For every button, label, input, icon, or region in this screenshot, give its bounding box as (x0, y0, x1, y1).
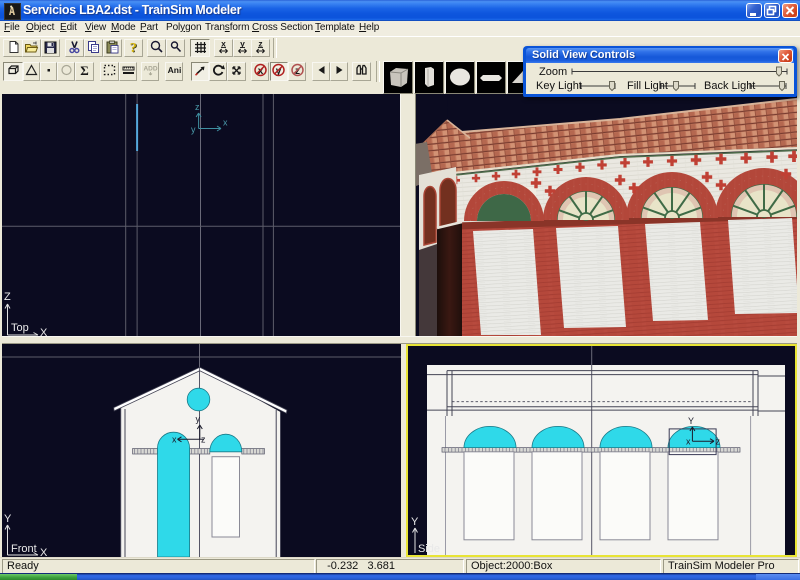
svg-text:y: y (191, 125, 196, 135)
svg-text:X: X (40, 547, 48, 557)
svg-text:Z: Z (4, 291, 11, 303)
svg-text:Σ: Σ (80, 63, 89, 77)
svg-text:z: z (195, 102, 200, 112)
svg-text:Top: Top (11, 322, 29, 334)
svg-text:Y: Y (411, 516, 419, 528)
svg-text:ADD: ADD (143, 66, 157, 73)
svg-text:x: x (686, 437, 691, 447)
svg-text:Y: Y (4, 513, 12, 525)
svg-text:Side: Side (418, 543, 440, 555)
svg-text:x: x (172, 435, 177, 445)
svg-text:Ani: Ani (167, 65, 181, 75)
svg-text:z: z (716, 437, 721, 447)
svg-text:y: y (196, 414, 201, 424)
svg-text:Front: Front (11, 543, 37, 555)
svg-text:z: z (201, 435, 206, 445)
svg-text:Y: Y (688, 416, 694, 426)
svg-text:?: ? (130, 41, 137, 54)
svg-text:X: X (40, 327, 48, 336)
svg-text:x: x (223, 118, 228, 128)
